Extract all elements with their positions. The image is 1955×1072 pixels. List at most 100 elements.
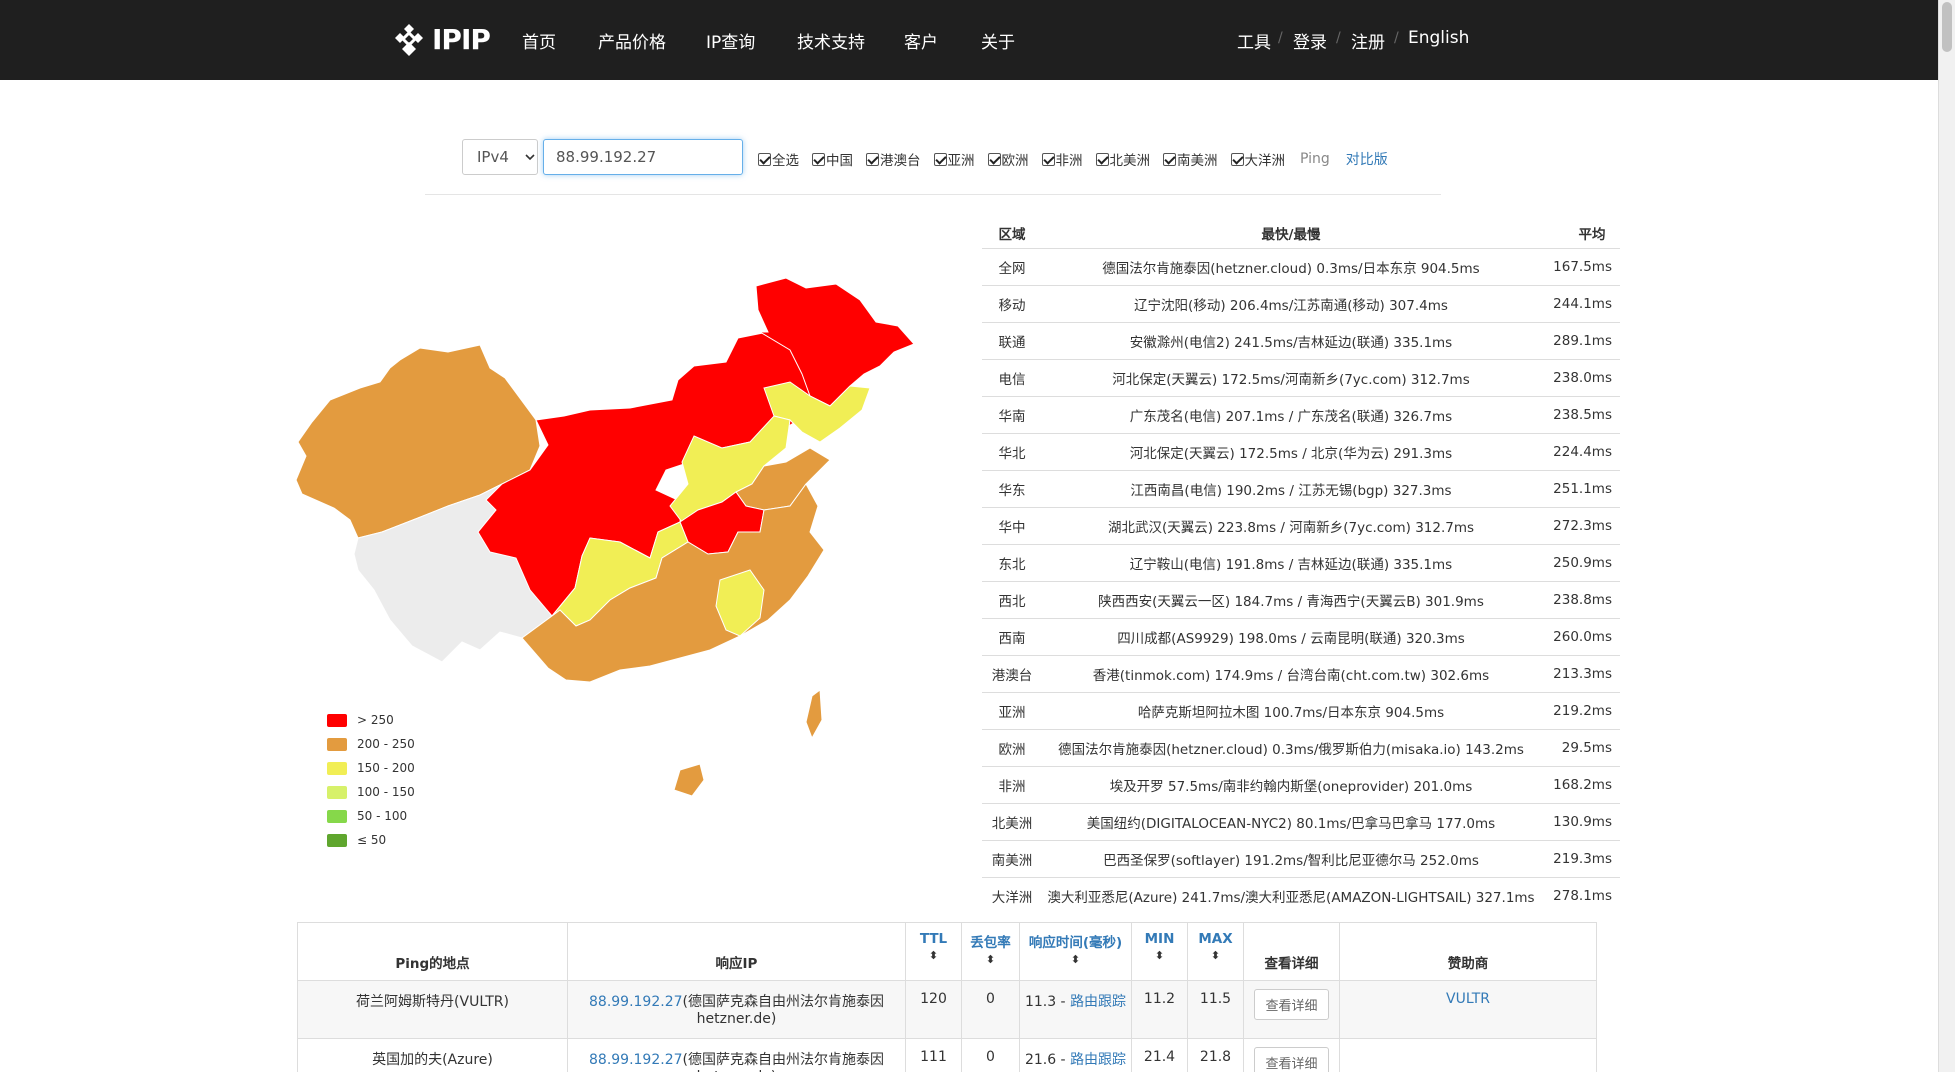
- header-sponsor: 赞助商: [1339, 922, 1597, 981]
- region-name: 南美洲: [991, 853, 1033, 869]
- view-detail-button[interactable]: 查看详细: [1254, 989, 1329, 1020]
- region-name: 联通: [998, 335, 1026, 351]
- ip-version-select[interactable]: IPv4: [462, 139, 538, 175]
- loss-value: 0: [961, 1038, 1020, 1072]
- checkbox-check-icon[interactable]: [866, 152, 879, 166]
- region-detail: 美国纽约(DIGITALOCEAN-NYC2) 80.1ms/巴拿马巴拿马 17…: [1086, 816, 1496, 832]
- region-detail: 埃及开罗 57.5ms/南非约翰内斯堡(oneprovider) 201.0ms: [1109, 779, 1473, 795]
- header-loss[interactable]: 丢包率 ⬍: [961, 922, 1020, 981]
- checkbox-label: 全选: [772, 153, 799, 169]
- region-avg: 250.9ms: [1553, 555, 1612, 571]
- legend-item: > 250: [327, 708, 415, 732]
- header-rtt-label: 响应时间(毫秒): [1028, 935, 1123, 951]
- map-region-taiwan[interactable]: [805, 689, 823, 740]
- nav-tools[interactable]: 工具: [1237, 28, 1271, 53]
- region-detail: 德国法尔肯施泰因(hetzner.cloud) 0.3ms/俄罗斯伯力(misa…: [1058, 742, 1524, 758]
- response-ip-link[interactable]: 88.99.192.27: [589, 994, 683, 1010]
- region-name: 华北: [998, 446, 1026, 462]
- sort-icon[interactable]: ⬍: [1132, 949, 1187, 962]
- checkbox-check-icon[interactable]: [987, 152, 1001, 166]
- checkbox-label: 港澳台: [880, 153, 921, 169]
- nav-home[interactable]: 首页: [522, 28, 556, 53]
- traceroute-link[interactable]: 路由跟踪: [1070, 994, 1126, 1010]
- sort-icon[interactable]: ⬍: [962, 953, 1019, 966]
- checkbox-label: 非洲: [1055, 153, 1083, 169]
- checkbox-north-america[interactable]: 北美洲: [1095, 149, 1150, 169]
- checkbox-check-icon[interactable]: [1163, 152, 1176, 166]
- table-row: 大洋洲 澳大利亚悉尼(Azure) 241.7ms/澳大利亚悉尼(AMAZON-L…: [982, 877, 1620, 914]
- checkbox-europe[interactable]: 欧洲: [987, 149, 1029, 169]
- nav-support[interactable]: 技术支持: [797, 28, 865, 53]
- traceroute-link[interactable]: 路由跟踪: [1070, 1052, 1126, 1068]
- ttl-value: 111: [905, 1038, 962, 1072]
- checkbox-south-america[interactable]: 南美洲: [1163, 149, 1218, 169]
- header-max[interactable]: MAX ⬍: [1187, 922, 1244, 981]
- table-row: 北美洲 美国纽约(DIGITALOCEAN-NYC2) 80.1ms/巴拿马巴拿马…: [982, 803, 1620, 840]
- response-ip-link[interactable]: 88.99.192.27: [589, 1052, 683, 1068]
- region-name: 欧洲: [998, 742, 1026, 758]
- ip-input[interactable]: [543, 139, 743, 175]
- region-detail: 陕西西安(天翼云一区) 184.7ms / 青海西宁(天翼云B) 301.9ms: [1098, 594, 1484, 610]
- region-name: 亚洲: [998, 705, 1026, 721]
- table-row: 华南 广东茂名(电信) 207.1ms / 广东茂名(联通) 326.7ms 238…: [982, 396, 1620, 433]
- table-row: 东北 辽宁鞍山(电信) 191.8ms / 吉林延边(联通) 335.1ms 250…: [982, 544, 1620, 581]
- checkbox-check-icon[interactable]: [1041, 152, 1055, 166]
- region-detail: 湖北武汉(天翼云) 223.8ms / 河南新乡(7yc.com) 312.7m…: [1107, 520, 1475, 536]
- table-header-row: Ping的地点 响应IP TTL ⬍ 丢包率 ⬍ 响应时间(毫秒) ⬍ MIN ⬍ MA…: [297, 922, 1597, 981]
- sort-icon[interactable]: ⬍: [1020, 953, 1131, 966]
- table-row: 华中 湖北武汉(天翼云) 223.8ms / 河南新乡(7yc.com) 312.…: [982, 507, 1620, 544]
- header-max-label: MAX: [1198, 931, 1233, 947]
- region-detail: 江西南昌(电信) 190.2ms / 江苏无锡(bgp) 327.3ms: [1130, 483, 1452, 499]
- compare-link[interactable]: 对比版: [1346, 149, 1388, 169]
- view-detail-button[interactable]: 查看详细: [1254, 1047, 1329, 1072]
- region-detail: 辽宁鞍山(电信) 191.8ms / 吉林延边(联通) 335.1ms: [1129, 557, 1453, 573]
- nav-pricing[interactable]: 产品价格: [598, 28, 666, 53]
- checkbox-check-icon[interactable]: [758, 152, 771, 166]
- checkbox-asia[interactable]: 亚洲: [933, 149, 975, 169]
- legend-swatch: [327, 737, 347, 751]
- nav-register[interactable]: 注册: [1351, 28, 1385, 53]
- header-rtt[interactable]: 响应时间(毫秒) ⬍: [1019, 922, 1132, 981]
- ping-link[interactable]: Ping: [1300, 151, 1330, 167]
- map-region-hainan[interactable]: [673, 763, 705, 797]
- sponsor-link[interactable]: VULTR: [1446, 991, 1490, 1007]
- nav-about[interactable]: 关于: [981, 28, 1015, 53]
- sort-icon[interactable]: ⬍: [906, 949, 961, 962]
- checkbox-oceania[interactable]: 大洋洲: [1230, 149, 1285, 169]
- region-avg: 272.3ms: [1553, 518, 1612, 534]
- checkbox-label: 中国: [826, 153, 853, 169]
- header-ttl[interactable]: TTL ⬍: [905, 922, 962, 981]
- table-row: 荷兰阿姆斯特丹(VULTR) 88.99.192.27(德国萨克森自由州法尔肯施…: [297, 980, 1597, 1039]
- loss-value: 0: [961, 980, 1020, 1039]
- region-name: 港澳台: [991, 668, 1033, 684]
- ipip-logo[interactable]: IPIP: [392, 22, 491, 56]
- checkbox-china[interactable]: 中国: [812, 149, 853, 169]
- nav-ip-query[interactable]: IP查询: [706, 28, 755, 53]
- page-scrollbar[interactable]: [1938, 0, 1955, 1072]
- table-row: 联通 安徽滁州(电信2) 241.5ms/吉林延边(联通) 335.1ms 289.…: [982, 322, 1620, 359]
- sponsor-cell: [1339, 1038, 1597, 1072]
- nav-login[interactable]: 登录: [1293, 28, 1327, 53]
- top-navbar: IPIP 首页 产品价格 IP查询 技术支持 客户 关于 工具 / 登录 / 注…: [0, 0, 1938, 80]
- sort-icon[interactable]: ⬍: [1188, 949, 1243, 962]
- checkbox-africa[interactable]: 非洲: [1041, 149, 1083, 169]
- nav-customers[interactable]: 客户: [904, 28, 938, 53]
- scrollbar-thumb[interactable]: [1942, 2, 1952, 52]
- nav-english[interactable]: English: [1408, 28, 1469, 48]
- header-ttl-label: TTL: [919, 931, 948, 947]
- region-name: 全网: [998, 261, 1026, 277]
- checkbox-check-icon[interactable]: [1230, 152, 1244, 166]
- checkbox-check-icon[interactable]: [1095, 152, 1109, 166]
- ping-results-table: Ping的地点 响应IP TTL ⬍ 丢包率 ⬍ 响应时间(毫秒) ⬍ MIN ⬍ MA…: [297, 922, 1597, 1072]
- checkbox-all[interactable]: 全选: [758, 149, 799, 169]
- checkbox-hk-macau-tw[interactable]: 港澳台: [866, 149, 921, 169]
- table-row: 港澳台 香港(tinmok.com) 174.9ms / 台湾台南(cht.com…: [982, 655, 1620, 692]
- header-min[interactable]: MIN ⬍: [1131, 922, 1188, 981]
- checkbox-check-icon[interactable]: [933, 152, 947, 166]
- checkbox-check-icon[interactable]: [812, 152, 825, 166]
- header-response-ip: 响应IP: [567, 922, 906, 981]
- checkbox-label: 欧洲: [1001, 153, 1029, 169]
- table-row: 西北 陕西西安(天翼云一区) 184.7ms / 青海西宁(天翼云B) 301.9…: [982, 581, 1620, 618]
- min-value: 21.4: [1131, 1038, 1188, 1072]
- max-value: 11.5: [1187, 980, 1244, 1039]
